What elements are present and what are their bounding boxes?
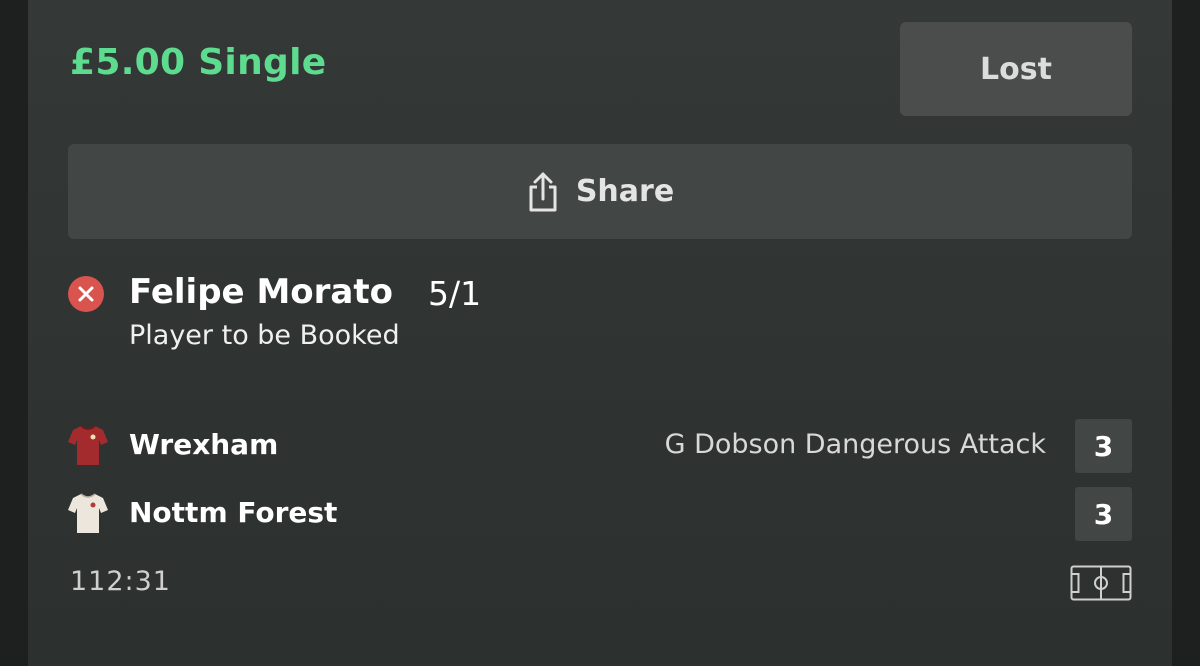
white-shirt-icon [68, 491, 108, 535]
share-button[interactable]: Share [68, 144, 1132, 239]
last-event-text: G Dobson Dangerous Attack [664, 429, 1046, 460]
away-team-row: Nottm Forest 3 [68, 487, 1132, 541]
bet-status-button[interactable]: Lost [900, 22, 1132, 116]
selection-odds: 5/1 [428, 274, 482, 313]
share-label: Share [575, 174, 675, 209]
selection-market: Player to be Booked [129, 320, 400, 351]
bet-card: £5.00 Single Lost Share Felipe Morato 5/… [28, 0, 1172, 666]
home-team-row: Wrexham G Dobson Dangerous Attack 3 [68, 419, 1132, 473]
bet-title: £5.00 Single [70, 42, 327, 83]
pitch-icon[interactable] [1070, 565, 1132, 601]
red-shirt-icon [68, 423, 108, 467]
home-team-name: Wrexham [129, 428, 279, 461]
cross-circle-icon [68, 276, 104, 312]
home-score: 3 [1075, 419, 1132, 473]
away-team-name: Nottm Forest [129, 496, 338, 529]
selection-name: Felipe Morato [129, 272, 393, 312]
away-score: 3 [1075, 487, 1132, 541]
match-clock: 112:31 [70, 566, 171, 597]
share-icon [526, 171, 560, 213]
